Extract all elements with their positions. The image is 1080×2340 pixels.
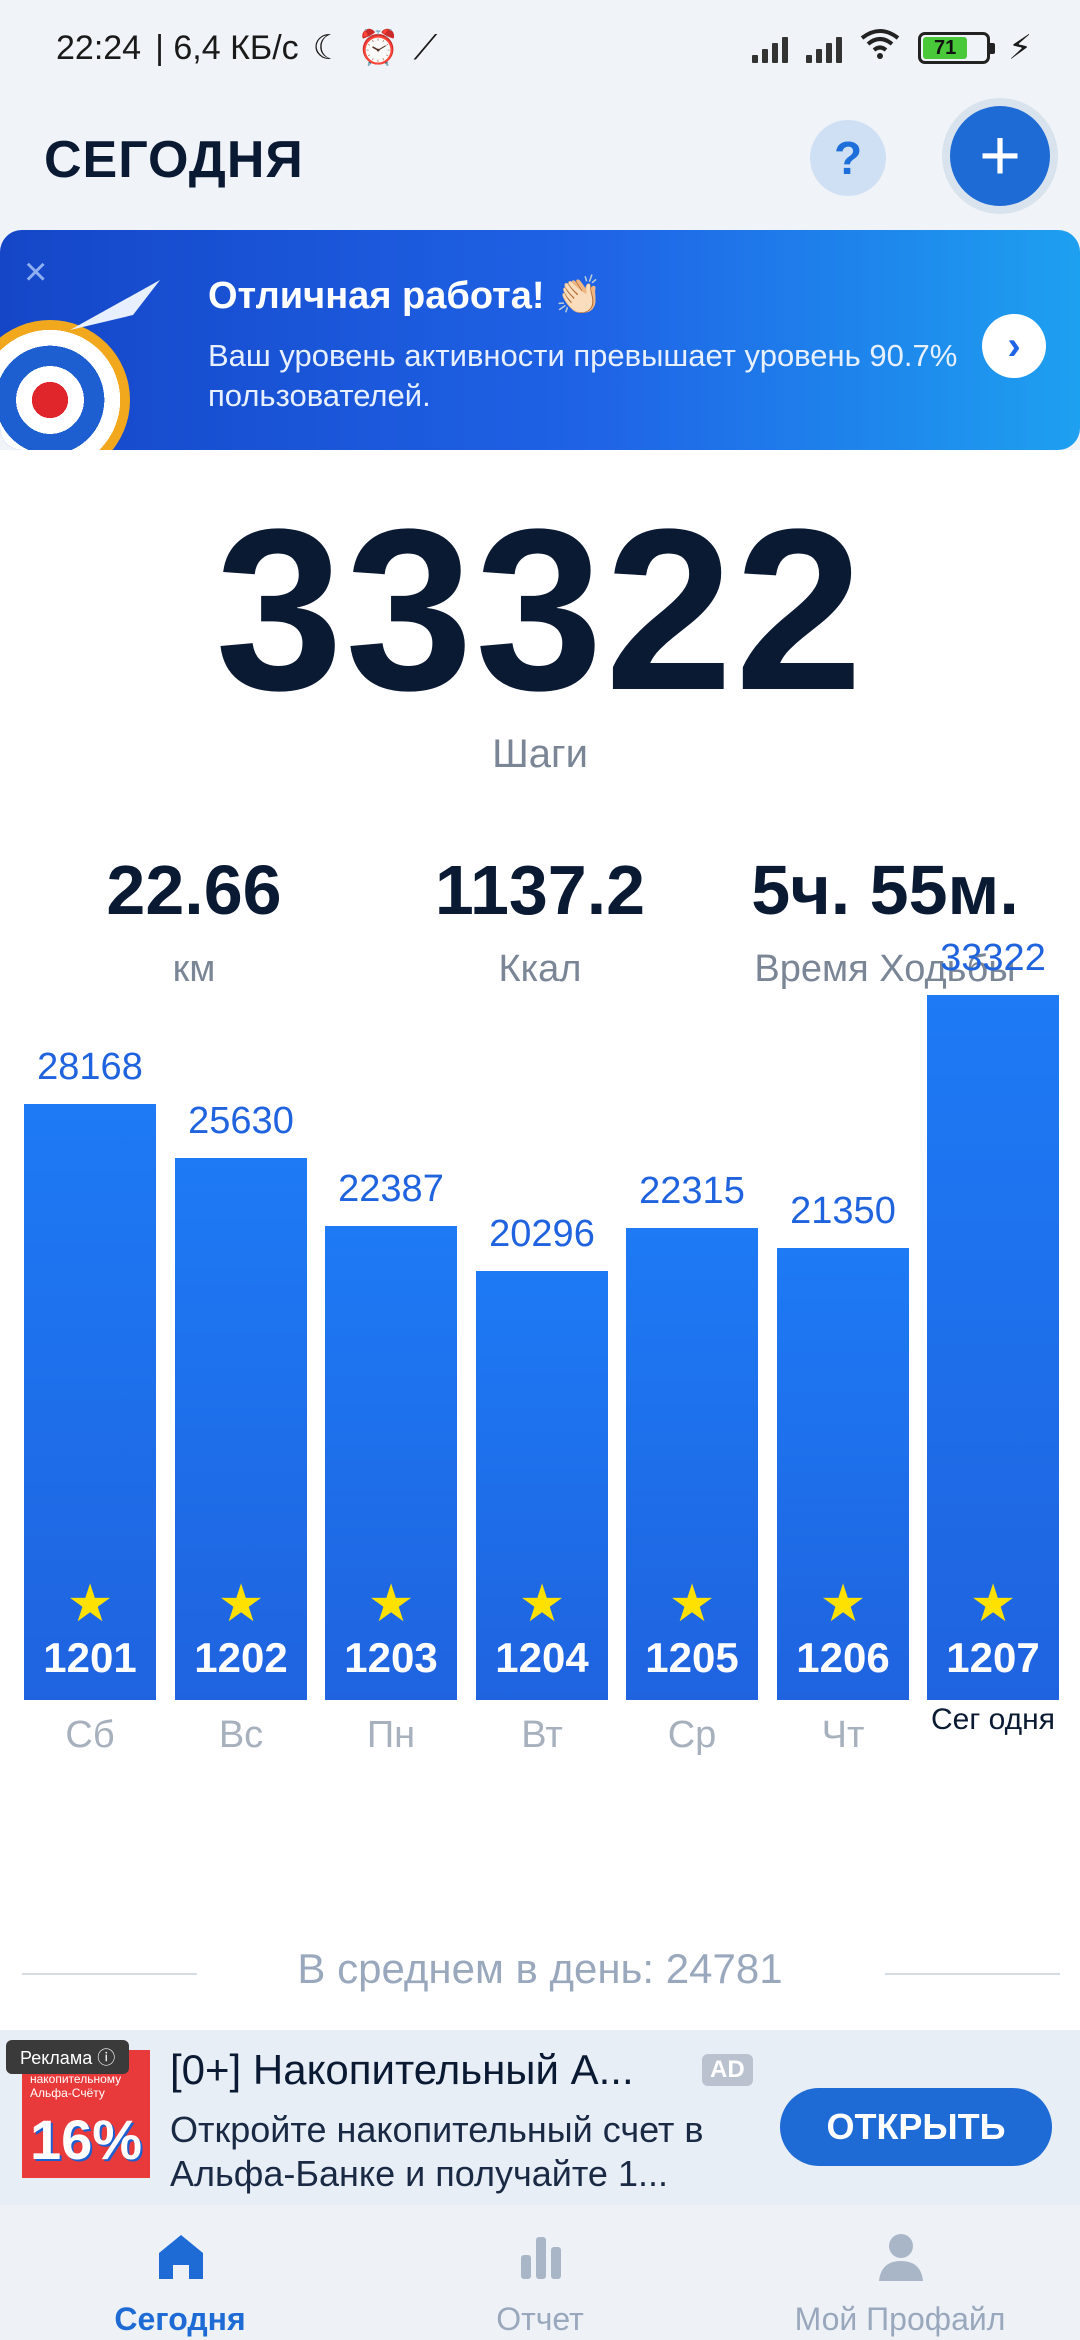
x-tick-label: Сег одня — [931, 1703, 1055, 1736]
bar-value-label: 25630 — [188, 1100, 294, 1142]
chart-bar-group[interactable]: 22387 ★ 1203 — [325, 1168, 457, 1700]
x-tick-label: Ср — [667, 1714, 717, 1756]
nav-item-report[interactable]: Отчет — [360, 2205, 720, 2340]
average-text: В среднем в день: 24781 — [297, 1945, 783, 1992]
add-button[interactable]: + — [950, 106, 1050, 206]
ad-open-button[interactable]: ОТКРЫТЬ — [780, 2088, 1052, 2166]
distance-value: 22.66 — [106, 851, 282, 929]
x-tick-label: Вт — [521, 1714, 563, 1756]
divider-right — [885, 1973, 1060, 1975]
chart-bar-group[interactable]: 25630 ★ 1202 — [175, 1100, 307, 1700]
bar-value-label: 22387 — [338, 1168, 444, 1210]
star-icon: ★ — [668, 1575, 716, 1633]
x-tick-label: Пн — [366, 1714, 416, 1756]
target-icon — [0, 320, 130, 450]
bar-value-label: 22315 — [639, 1170, 745, 1212]
average-row: В среднем в день: 24781 — [0, 1945, 1080, 2005]
status-network-speed: | 6,4 КБ/с — [155, 28, 299, 67]
x-tick-label: Чт — [821, 1714, 865, 1756]
nav-item-today[interactable]: Сегодня — [0, 2205, 360, 2340]
signal-icon-2 — [806, 33, 843, 63]
charging-icon: ⚡ — [1008, 29, 1032, 67]
calories-stat: 1137.2 Ккал — [390, 850, 690, 991]
alarm-icon: ⏰ — [357, 29, 400, 67]
star-icon: ★ — [518, 1575, 566, 1633]
ad-headline[interactable]: [0+] Накопительный А... — [170, 2046, 634, 2094]
moon-icon: ☾ — [312, 29, 344, 67]
ad-image-percent: 16% — [30, 2108, 143, 2171]
calories-label: Ккал — [498, 948, 582, 990]
chart-bar-group[interactable]: 28168 ★ 1201 — [24, 1046, 156, 1700]
bar-value-label: 20296 — [489, 1213, 595, 1255]
x-tick-label: Вс — [218, 1714, 264, 1756]
steps-card: 33322 Шаги 22.66 км 1137.2 Ккал 5ч. 55м.… — [0, 450, 1080, 2030]
chart-bar-group[interactable]: 22315 ★ 1205 — [626, 1170, 758, 1700]
signal-icon — [752, 33, 789, 63]
bar-badge-label: 1207 — [946, 1634, 1040, 1681]
nav-label-profile: Мой Профайл — [794, 2301, 1006, 2337]
star-icon: ★ — [819, 1575, 867, 1633]
bar-value-label: 33322 — [940, 937, 1046, 979]
page-title: СЕГОДНЯ — [44, 131, 304, 189]
steps-label: Шаги — [492, 732, 588, 776]
distance-stat: 22.66 км — [44, 850, 344, 991]
nav-label-today: Сегодня — [114, 2301, 246, 2337]
star-icon: ★ — [66, 1575, 114, 1633]
battery-level: 71 — [923, 37, 968, 59]
nav-label-report: Отчет — [496, 2301, 584, 2337]
bar-badge-label: 1203 — [344, 1634, 438, 1681]
chart-bar-group[interactable]: 33322 ★ 1207 — [927, 937, 1059, 1700]
star-icon: ★ — [367, 1575, 415, 1633]
chart-bar-group[interactable]: 21350 ★ 1206 — [777, 1190, 909, 1700]
home-icon — [159, 2235, 203, 2279]
user-icon — [879, 2234, 923, 2281]
distance-label: км — [172, 948, 216, 990]
status-bar: 22:24 | 6,4 КБ/с ☾ ⏰ ⟋ 71 ⚡ — [0, 0, 1080, 96]
walking-time-value: 5ч. 55м. — [751, 851, 1019, 929]
paper-plane-icon — [70, 280, 160, 330]
star-icon: ★ — [969, 1575, 1017, 1633]
steps-count: 33322 — [215, 481, 865, 738]
bar-badge-label: 1204 — [495, 1634, 589, 1681]
help-button[interactable]: ? — [810, 120, 886, 196]
app-header: СЕГОДНЯ ? + — [0, 100, 1080, 220]
chevron-right-icon[interactable]: › — [982, 314, 1046, 378]
bar-badge-label: 1205 — [645, 1634, 739, 1681]
ad-body[interactable]: Откройте накопительный счет в Альфа-Банк… — [170, 2108, 750, 2196]
ad-label-badge[interactable]: Реклама ⓘ — [6, 2040, 130, 2074]
star-icon: ★ — [217, 1575, 265, 1633]
bar-value-label: 21350 — [790, 1190, 896, 1232]
steps-bar-chart: 28168 ★ 1201 Сб 25630 ★ 1202 Вс 22387 ★ 1203 Пн 2029… — [0, 937, 1080, 1930]
chart-bar-group[interactable]: 20296 ★ 1204 — [476, 1213, 608, 1700]
ad-banner[interactable]: 16% по накопительному Альфа-Счёту 16% Ре… — [0, 2030, 1080, 2205]
bar-badge-label: 1201 — [43, 1634, 137, 1681]
bottom-nav: Сегодня Отчет Мой Профайл — [0, 2205, 1080, 2340]
achievement-banner[interactable]: × Отличная работа! 👏🏻 Ваш уровень активн… — [0, 230, 1080, 450]
battery-icon: 71 — [918, 32, 996, 64]
nav-item-profile[interactable]: Мой Профайл — [720, 2205, 1080, 2340]
banner-text: Ваш уровень активности превышает уровень… — [208, 338, 958, 413]
ad-tag: AD — [702, 2054, 753, 2086]
x-tick-label: Сб — [65, 1714, 115, 1756]
wifi-icon — [860, 28, 900, 69]
status-time: 22:24 — [56, 28, 142, 67]
close-icon[interactable]: × — [24, 250, 47, 295]
activity-icon: ⟋ — [413, 28, 438, 67]
banner-title: Отличная работа! 👏🏻 — [208, 275, 603, 317]
bar-badge-label: 1206 — [796, 1634, 890, 1681]
calories-value: 1137.2 — [434, 851, 646, 929]
bar-value-label: 28168 — [37, 1046, 143, 1088]
bar-badge-label: 1202 — [194, 1634, 288, 1681]
bar-chart-icon — [521, 2237, 561, 2279]
